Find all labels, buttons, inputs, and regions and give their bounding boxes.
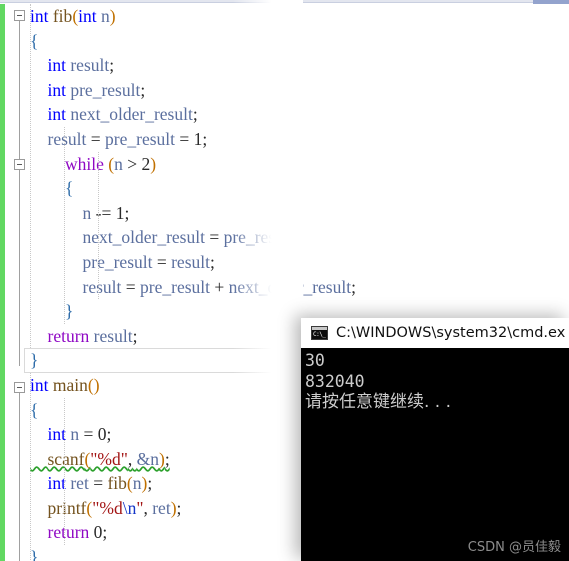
code-line-text: return result; [47,325,138,346]
code-line[interactable]: result = pre_result = 1; [24,127,569,152]
code-line-text: next_older_result = pre_result; [82,227,299,248]
indent-guide [64,397,66,546]
indent-guide [30,373,31,561]
console-title-bar[interactable]: C:\WINDOWS\system32\cmd.ex [301,318,569,348]
code-line-text: result = pre_result + next_older_result; [82,276,356,297]
code-line[interactable]: n -= 1; [24,201,569,226]
command-prompt-window[interactable]: C:\WINDOWS\system32\cmd.ex 30 832040 请按任… [301,318,569,561]
console-title-text: C:\WINDOWS\system32\cmd.ex [336,325,566,341]
code-line[interactable]: pre_result = result; [24,250,569,275]
code-line-text: return 0; [47,522,108,543]
console-output-line: 请按任意键继续. . . [305,392,452,412]
code-line-text: { [30,399,39,420]
code-line-text: int next_older_result; [47,104,198,125]
code-line[interactable]: next_older_result = pre_result; [24,225,569,250]
console-output-line: 832040 [305,372,365,391]
code-line-text: int main() [30,374,100,395]
console-output-line: 30 [305,351,325,370]
cmd-prompt-icon [311,326,328,340]
outline-rail-while [19,170,20,315]
code-line-text: { [65,178,74,199]
code-line[interactable]: int fib(int n) [24,4,569,29]
code-line-text: int result; [47,55,115,76]
code-line-text: scanf("%d", &n); [47,448,170,469]
code-line[interactable]: int pre_result; [24,78,569,103]
code-line-text: pre_result = result; [82,251,215,272]
editor-top-chrome-rule [0,0,569,3]
csdn-watermark: CSDN @员佳毅 [467,540,561,555]
code-line[interactable]: { [24,29,569,54]
code-line-text: printf("%d\n", ret); [47,497,182,518]
outline-rail-main [19,393,20,561]
code-line[interactable]: int next_older_result; [24,102,569,127]
code-line-text: int ret = fib(n); [47,473,153,494]
code-line-text: { [30,30,39,51]
outlining-gutter[interactable] [5,4,25,561]
console-output-area[interactable]: 30 832040 请按任意键继续. . . [301,348,569,561]
code-line-text: int n = 0; [47,424,112,445]
code-line-text: int fib(int n) [30,6,116,26]
code-line-text: } [30,547,39,561]
indent-guide [30,4,31,349]
indent-guide [64,127,66,324]
code-line-text: while (n > 2) [65,153,157,174]
code-line[interactable]: result = pre_result + next_older_result; [24,275,569,300]
code-line-text: int pre_result; [47,79,146,100]
code-line[interactable]: { [24,176,569,201]
code-line-text: result = pre_result = 1; [47,128,208,149]
code-line[interactable]: while (n > 2) [24,152,569,177]
indent-guide [98,151,100,300]
code-line-text: } [65,301,74,322]
code-line-text: } [30,350,39,371]
code-line-text: n -= 1; [82,202,130,223]
code-line[interactable]: int result; [24,53,569,78]
